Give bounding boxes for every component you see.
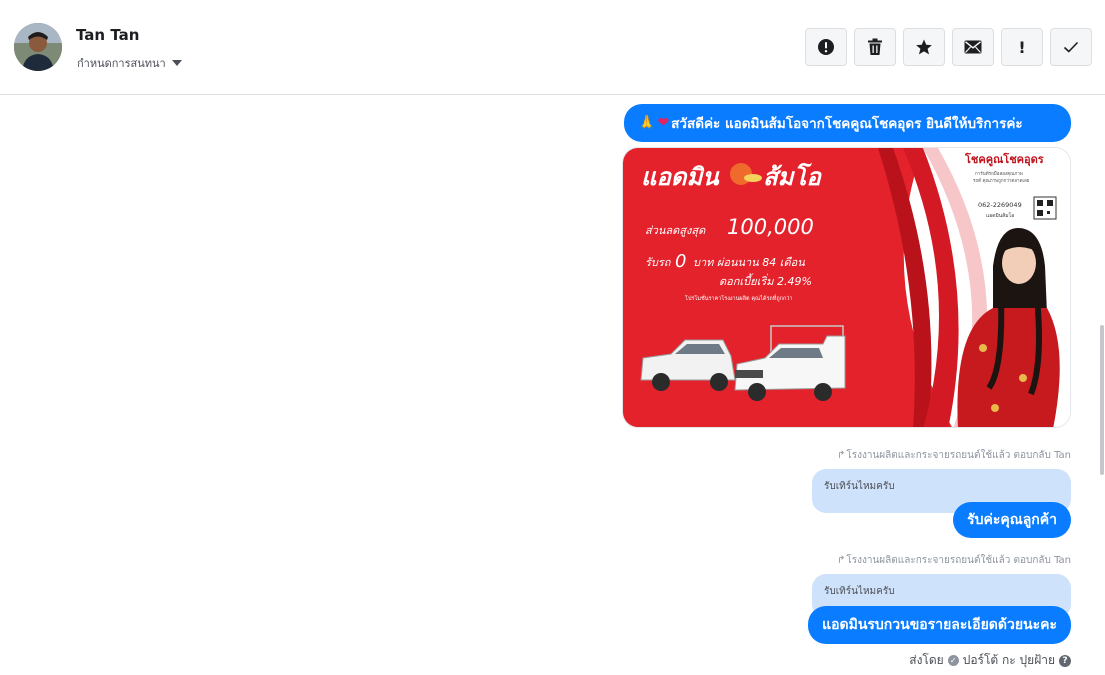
- promo-brand-sub2: รถดี คุณภาพถูกกว่าตลาดเลย: [973, 178, 1030, 184]
- reply-meta-text: โรงงานผลิตและกระจายรถยนต์ใช้แล้ว ตอบกลับ…: [846, 555, 1071, 566]
- greeting-text: สวัสดีค่ะ แอดมินส้มโอจากโชคคูณโชคอุดร ยิ…: [671, 116, 1023, 132]
- trash-icon: [868, 38, 882, 55]
- verified-icon: ✓: [947, 655, 959, 666]
- done-button[interactable]: [1050, 28, 1092, 66]
- delete-button[interactable]: [854, 28, 896, 66]
- conversation-toolbar: !: [805, 28, 1092, 66]
- star-button[interactable]: [903, 28, 945, 66]
- promo-phone: 062-2269049: [978, 201, 1022, 209]
- promo-discount-value: 100,000: [727, 215, 814, 239]
- alert-circle-icon: [818, 39, 834, 55]
- sent-by-line: ส่งโดย ✓ ปอร์โต้ กะ ปุยฝ้าย ?: [909, 651, 1071, 670]
- scrollbar[interactable]: [1099, 95, 1105, 675]
- heart-icon: ❤: [657, 115, 670, 131]
- reply-text: แอดมินรบกวนขอรายละเอียดด้วยนะคะ: [822, 617, 1057, 633]
- envelope-icon: [964, 40, 982, 54]
- quoted-text: รับเทิร์นไหมครับ: [824, 586, 895, 597]
- reply-message-2[interactable]: แอดมินรบกวนขอรายละเอียดด้วยนะคะ: [808, 606, 1071, 644]
- sent-by-name[interactable]: ปอร์โต้ กะ ปุยฝ้าย: [963, 651, 1055, 670]
- reply-arrow-icon: ↱: [836, 450, 846, 461]
- promo-line1b: 0: [675, 251, 686, 272]
- avatar[interactable]: [14, 23, 62, 71]
- reply-message-1[interactable]: รับค่ะคุณลูกค้า: [953, 502, 1071, 538]
- quoted-text: รับเทิร์นไหมครับ: [824, 481, 895, 492]
- promo-headline-2: ส้มโอ: [763, 162, 822, 191]
- important-button[interactable]: !: [1001, 28, 1043, 66]
- assign-label: กำหนดการสนทนา: [77, 57, 166, 70]
- reply-meta-2: ↱โรงงานผลิตและกระจายรถยนต์ใช้แล้ว ตอบกลั…: [837, 553, 1071, 568]
- scrollbar-thumb[interactable]: [1100, 325, 1104, 475]
- reply-text: รับค่ะคุณลูกค้า: [967, 512, 1057, 528]
- promo-image-message[interactable]: แอดมิน ส้มโอ ส่วนลดสูงสุด 100,000 รับรถ …: [622, 147, 1071, 428]
- star-icon: [916, 39, 932, 55]
- promo-line1a: รับรถ: [645, 256, 672, 269]
- contact-name[interactable]: Tan Tan: [76, 26, 139, 44]
- reply-arrow-icon: ↱: [836, 555, 846, 566]
- mark-unread-button[interactable]: [952, 28, 994, 66]
- reply-meta-1: ↱โรงงานผลิตและกระจายรถยนต์ใช้แล้ว ตอบกลั…: [837, 448, 1071, 463]
- caret-down-icon: [171, 60, 182, 66]
- promo-line1c: บาท ผ่อนนาน 84 เดือน: [693, 256, 805, 269]
- promo-line2: ดอกเบี้ยเริ่ม 2.49%: [719, 273, 812, 288]
- praying-hands-icon: 🙏: [638, 115, 656, 131]
- avatar-photo: [14, 23, 62, 71]
- alert-button[interactable]: [805, 28, 847, 66]
- exclamation-icon: !: [1018, 37, 1026, 57]
- promo-discount-label: ส่วนลดสูงสุด: [645, 224, 706, 237]
- reply-meta-text: โรงงานผลิตและกระจายรถยนต์ใช้แล้ว ตอบกลับ…: [846, 450, 1071, 461]
- promo-headline: แอดมิน: [641, 163, 720, 191]
- sent-by-prefix: ส่งโดย: [909, 653, 944, 667]
- conversation-header: Tan Tan กำหนดการสนทนา !: [0, 0, 1105, 95]
- assign-conversation-dropdown[interactable]: กำหนดการสนทนา: [77, 54, 182, 72]
- help-icon[interactable]: ?: [1059, 654, 1071, 667]
- pomelo-icon: [730, 163, 752, 185]
- checkmark-icon: [1063, 41, 1079, 53]
- promo-graphic: แอดมิน ส้มโอ ส่วนลดสูงสุด 100,000 รับรถ …: [623, 148, 1070, 427]
- promo-admin-tag: แอดมินส้มโอ: [986, 212, 1014, 219]
- promo-fine-print: โปรโมชั่นราคาโรงงานผลิต คุณได้รถที่ถูกกว…: [685, 294, 793, 302]
- promo-brand-sub: การันตีรถมือสองคุณภาพ: [975, 170, 1023, 177]
- greeting-message[interactable]: 🙏 ❤ สวัสดีค่ะ แอดมินส้มโอจากโชคคูณโชคอุด…: [624, 104, 1071, 142]
- promo-brand: โชคคูณโชคอุดร: [964, 152, 1044, 167]
